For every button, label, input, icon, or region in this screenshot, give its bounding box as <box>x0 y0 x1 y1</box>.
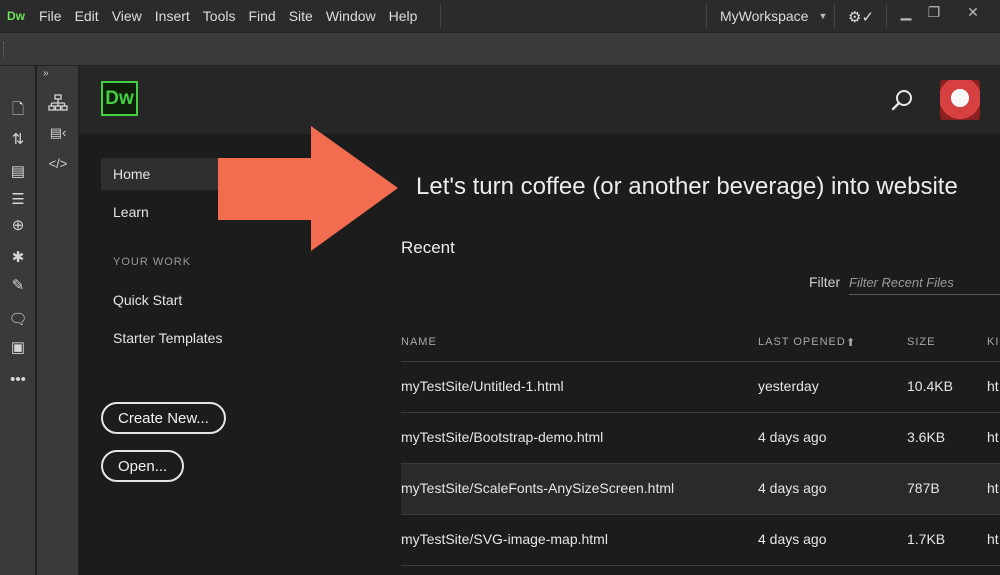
menu-help[interactable]: Help <box>389 8 418 24</box>
menu-divider <box>706 4 707 28</box>
file-name: myTestSite/Untitled-1.html <box>401 378 564 394</box>
page-properties-icon[interactable]: ▤ <box>6 160 30 182</box>
code-view-icon[interactable]: </> <box>46 152 70 174</box>
code-inspector-icon[interactable]: ▤‹ <box>46 122 70 144</box>
menu-divider <box>440 4 441 28</box>
file-size: 787B <box>907 480 940 496</box>
last-opened: 4 days ago <box>758 480 827 496</box>
table-row[interactable]: myTestSite/Untitled-1.html yesterday 10.… <box>401 362 1000 413</box>
gear-check-icon[interactable]: ⚙✓ <box>848 8 876 26</box>
menu-find[interactable]: Find <box>248 8 275 24</box>
close-icon[interactable]: ✕ <box>958 0 988 24</box>
highlight-icon[interactable]: ✎ <box>6 274 30 296</box>
more-icon[interactable]: ••• <box>6 368 30 390</box>
comment-icon[interactable]: 🗨 <box>6 308 30 330</box>
file-size: 1.7KB <box>907 531 946 547</box>
collapse-icon[interactable]: » <box>43 68 49 79</box>
filter-input[interactable] <box>849 271 1000 295</box>
user-avatar[interactable] <box>940 80 980 120</box>
file-kind: ht <box>987 378 999 394</box>
file-size: 3.6KB <box>907 429 946 445</box>
file-kind: ht <box>987 531 999 547</box>
column-size[interactable]: SIZE <box>907 336 935 348</box>
dreamweaver-logo: Dw <box>101 81 138 116</box>
restore-icon[interactable]: ❐ <box>922 0 946 24</box>
target-icon[interactable]: ⊕ <box>6 214 30 236</box>
table-row[interactable]: myTestSite/SVG-image-map.html 4 days ago… <box>401 515 1000 566</box>
recent-heading: Recent <box>401 238 455 257</box>
file-name: myTestSite/SVG-image-map.html <box>401 531 608 547</box>
menu-divider <box>834 4 835 28</box>
start-header: Dw <box>79 66 1000 134</box>
menu-insert[interactable]: Insert <box>155 8 190 24</box>
common-toolbar: 🗋 ⇅ ▤ ☰ ⊕ ✱ ✎ 🗨 ▣ ••• <box>0 66 36 575</box>
create-new-button[interactable]: Create New... <box>101 402 226 434</box>
last-opened: 4 days ago <box>758 429 827 445</box>
minimize-icon[interactable]: ▁ <box>895 0 917 24</box>
preview-icon[interactable]: ▣ <box>6 336 30 358</box>
format-source-icon[interactable]: ☰ <box>6 188 30 210</box>
menu-window[interactable]: Window <box>326 8 376 24</box>
file-name: myTestSite/ScaleFonts-AnySizeScreen.html <box>401 480 675 496</box>
workspace-switcher[interactable]: MyWorkspace ▼ <box>720 0 827 32</box>
toolbar-grip[interactable] <box>3 42 6 58</box>
table-header: NAME LAST OPENED ⬆ SIZE KI <box>401 324 1000 362</box>
file-kind: ht <box>987 429 999 445</box>
document-toolbar <box>0 32 1000 66</box>
column-kind[interactable]: KI <box>987 336 999 348</box>
menu-edit[interactable]: Edit <box>75 8 99 24</box>
last-opened: 4 days ago <box>758 531 827 547</box>
table-row[interactable]: myTestSite/Bootstrap-demo.html 4 days ag… <box>401 413 1000 464</box>
workspace-label: MyWorkspace <box>720 8 809 24</box>
file-name: myTestSite/Bootstrap-demo.html <box>401 429 604 445</box>
welcome-headline: Let's turn coffee (or another beverage) … <box>416 173 958 200</box>
open-button[interactable]: Open... <box>101 450 185 482</box>
menu-tools[interactable]: Tools <box>203 8 236 24</box>
annotation-arrow <box>218 126 398 251</box>
nav-learn[interactable]: Learn <box>101 196 231 228</box>
sort-ascending-icon[interactable]: ⬆ <box>846 336 856 349</box>
filter-label: Filter <box>809 274 841 290</box>
file-kind: ht <box>987 480 999 496</box>
wrap-tag-icon[interactable]: ✱ <box>6 246 30 268</box>
menu-view[interactable]: View <box>112 8 142 24</box>
column-name[interactable]: NAME <box>401 336 437 348</box>
menu-divider <box>886 4 887 28</box>
panel-dock: » ▤‹ </> <box>37 66 79 575</box>
site-structure-icon[interactable] <box>46 92 70 114</box>
nav-home[interactable]: Home <box>101 158 221 190</box>
menu-site[interactable]: Site <box>289 8 313 24</box>
app-logo: Dw <box>7 9 25 23</box>
nav-starter-templates[interactable]: Starter Templates <box>101 322 231 354</box>
menu-bar: Dw File Edit View Insert Tools Find Site… <box>0 0 1000 32</box>
nav-quick-start[interactable]: Quick Start <box>101 284 231 316</box>
table-row[interactable]: myTestSite/ScaleFonts-AnySizeScreen.html… <box>401 464 1000 515</box>
file-transfer-icon[interactable]: ⇅ <box>6 128 30 150</box>
search-icon[interactable] <box>891 88 915 112</box>
caret-down-icon: ▼ <box>818 11 828 21</box>
column-last-opened[interactable]: LAST OPENED <box>758 336 846 348</box>
new-file-icon[interactable]: 🗋 <box>6 100 30 122</box>
file-size: 10.4KB <box>907 378 953 394</box>
your-work-heading: YOUR WORK <box>113 256 192 268</box>
menu-file[interactable]: File <box>39 8 62 24</box>
last-opened: yesterday <box>758 378 819 394</box>
